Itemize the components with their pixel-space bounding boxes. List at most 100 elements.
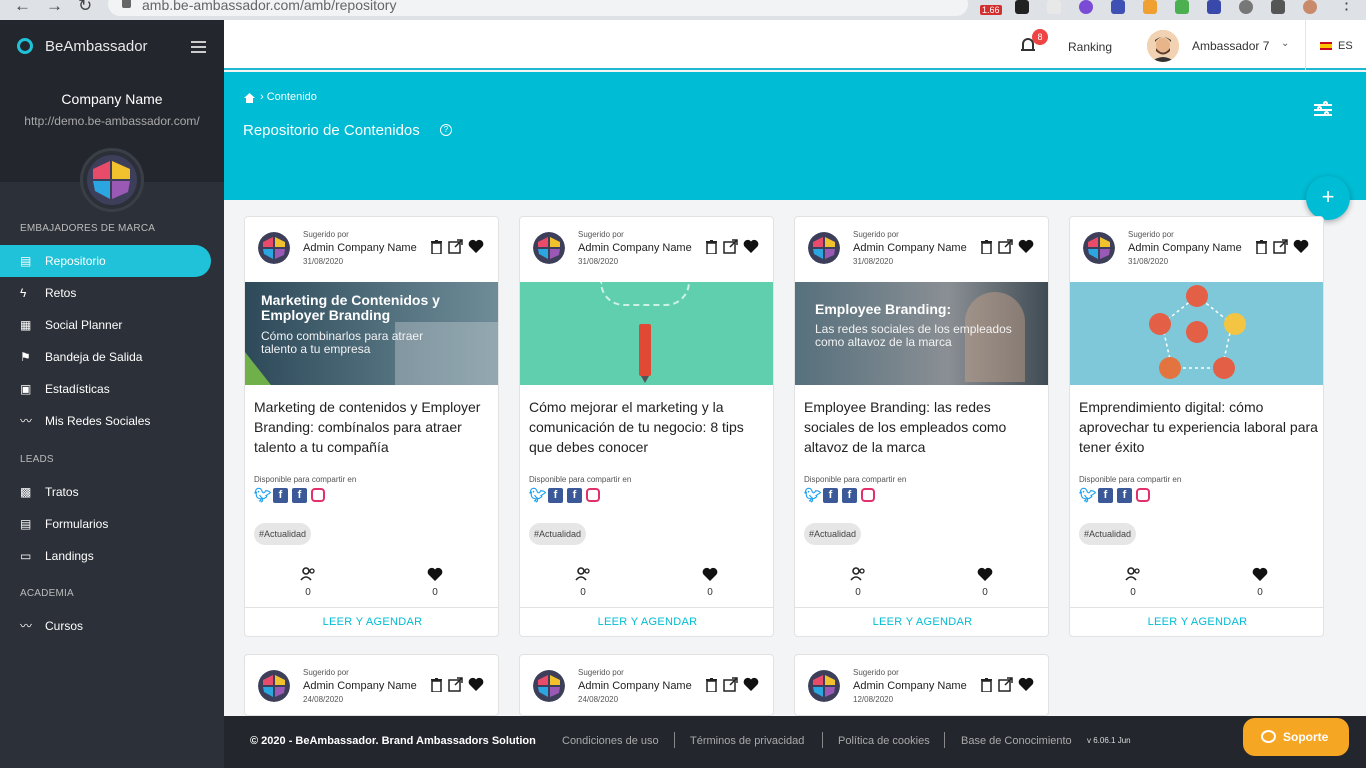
footer-link-knowledge[interactable]: Base de Conocimiento <box>961 735 1072 747</box>
sidebar-item-estadisticas[interactable]: ▣ Estadísticas <box>0 373 211 405</box>
image-subtitle: Cómo combinarlos para atraer talento a t… <box>261 329 424 356</box>
address-bar[interactable]: amb.be-ambassador.com/amb/repository <box>108 0 968 16</box>
read-and-schedule-button[interactable]: LEER Y AGENDAR <box>245 607 498 636</box>
card-title[interactable]: Employee Branding: las redes sociales de… <box>804 397 1044 457</box>
facebook-icon: f <box>842 488 857 503</box>
browser-toolbar: ← → ↻ amb.be-ambassador.com/amb/reposito… <box>0 0 1366 20</box>
briefcase-icon: ▩ <box>20 485 32 499</box>
footer-link-cookies[interactable]: Política de cookies <box>838 735 930 747</box>
trash-icon[interactable] <box>706 240 717 254</box>
suggested-by-label: Sugerido por <box>853 230 899 239</box>
trash-icon[interactable] <box>981 240 992 254</box>
version-text: v 6.06.1 Jun <box>1087 736 1131 745</box>
card-actions <box>431 239 487 255</box>
heart-icon[interactable] <box>743 239 759 258</box>
extension-icon[interactable] <box>1143 0 1157 14</box>
more-icon[interactable]: ⋮ <box>1338 0 1355 14</box>
card-title[interactable]: Emprendimiento digital: cómo aprovechar … <box>1079 397 1319 457</box>
heart-icon[interactable] <box>1018 677 1034 696</box>
read-and-schedule-button[interactable]: LEER Y AGENDAR <box>1070 607 1323 636</box>
card-image[interactable]: Marketing de Contenidos y Employer Brand… <box>245 282 498 385</box>
heart-icon[interactable] <box>743 677 759 696</box>
heart-icon[interactable] <box>1018 239 1034 258</box>
sidebar-item-bandeja[interactable]: ⚑ Bandeja de Salida <box>0 341 211 373</box>
external-link-icon[interactable] <box>723 677 738 692</box>
help-icon[interactable]: ? <box>440 124 452 136</box>
footer-link-conditions[interactable]: Condiciones de uso <box>562 735 659 747</box>
tag-badge[interactable]: #Actualidad <box>1079 523 1137 545</box>
avatar[interactable] <box>1147 30 1179 62</box>
external-link-icon[interactable] <box>448 239 463 254</box>
extension-icon[interactable] <box>1175 0 1189 14</box>
external-link-icon[interactable] <box>1273 239 1288 254</box>
profile-icon[interactable] <box>1303 0 1317 14</box>
external-link-icon[interactable] <box>998 239 1013 254</box>
card-image[interactable] <box>1070 282 1323 385</box>
trash-icon[interactable] <box>431 678 442 692</box>
breadcrumb-item[interactable]: Contenido <box>267 91 317 103</box>
reload-icon[interactable]: ↻ <box>78 0 92 16</box>
sidebar-item-landings[interactable]: ▭ Landings <box>0 540 211 572</box>
menu-toggle-icon[interactable] <box>191 41 206 56</box>
read-and-schedule-button[interactable]: LEER Y AGENDAR <box>795 607 1048 636</box>
content-card: Sugerido por Admin Company Name 12/08/2020 <box>794 654 1049 716</box>
sidebar-item-retos[interactable]: ϟ Retos <box>0 277 211 309</box>
card-actions <box>706 239 762 255</box>
heart-icon[interactable] <box>468 677 484 696</box>
trash-icon[interactable] <box>706 678 717 692</box>
home-icon[interactable] <box>244 93 255 103</box>
share-availability-label: Disponible para compartir en <box>1079 475 1182 484</box>
footer: © 2020 - BeAmbassador. Brand Ambassadors… <box>224 716 1366 768</box>
extension-icon[interactable] <box>1207 0 1221 14</box>
read-and-schedule-button[interactable]: LEER Y AGENDAR <box>520 607 773 636</box>
heart-icon[interactable] <box>468 239 484 258</box>
trash-icon[interactable] <box>431 240 442 254</box>
chevron-down-icon[interactable]: ⌄ <box>1281 38 1289 49</box>
extension-icon[interactable] <box>1079 0 1093 14</box>
tag-badge[interactable]: #Actualidad <box>804 523 862 545</box>
author-avatar <box>808 232 840 264</box>
external-link-icon[interactable] <box>998 677 1013 692</box>
external-link-icon[interactable] <box>723 239 738 254</box>
heart-icon[interactable] <box>1293 239 1309 258</box>
sidebar-item-formularios[interactable]: ▤ Formularios <box>0 508 211 540</box>
author-name: Admin Company Name <box>578 680 692 692</box>
card-image[interactable]: Employee Branding: Las redes sociales de … <box>795 282 1048 385</box>
extension-icon[interactable] <box>1239 0 1253 14</box>
trash-icon[interactable] <box>1256 240 1267 254</box>
language-selector[interactable]: ES <box>1338 40 1353 52</box>
tag-badge[interactable]: #Actualidad <box>254 523 312 545</box>
sidebar-item-social-planner[interactable]: ▦ Social Planner <box>0 309 211 341</box>
footer-link-privacy[interactable]: Términos de privacidad <box>690 735 804 747</box>
author-avatar <box>533 670 565 702</box>
lock-icon <box>122 0 131 8</box>
top-bar: 8 Ranking Ambassador 7 ⌄ ES <box>224 20 1366 70</box>
author-name: Admin Company Name <box>578 242 692 254</box>
extension-icon[interactable] <box>1047 0 1061 14</box>
puzzle-icon[interactable] <box>1271 0 1285 14</box>
support-button[interactable]: Soporte <box>1243 718 1349 756</box>
company-url[interactable]: http://demo.be-ambassador.com/ <box>0 114 224 128</box>
user-name[interactable]: Ambassador 7 <box>1192 39 1269 53</box>
facebook-icon: f <box>567 488 582 503</box>
sidebar-item-tratos[interactable]: ▩ Tratos <box>0 476 211 508</box>
add-content-button[interactable]: + <box>1306 176 1350 220</box>
ranking-link[interactable]: Ranking <box>1068 40 1112 54</box>
card-image[interactable] <box>520 282 773 385</box>
sidebar-item-repositorio[interactable]: ▤ Repositorio <box>0 245 211 277</box>
sidebar-item-mis-redes[interactable]: 〰 Mis Redes Sociales <box>0 405 211 437</box>
divider <box>822 732 823 748</box>
extension-icon[interactable] <box>1111 0 1125 14</box>
back-icon[interactable]: ← <box>14 0 31 16</box>
tag-badge[interactable]: #Actualidad <box>529 523 587 545</box>
card-title[interactable]: Marketing de contenidos y Employer Brand… <box>254 397 494 457</box>
extension-icon[interactable] <box>1015 0 1029 14</box>
forward-icon[interactable]: → <box>46 0 63 16</box>
card-title[interactable]: Cómo mejorar el marketing y la comunicac… <box>529 397 769 457</box>
external-link-icon[interactable] <box>448 677 463 692</box>
image-subtitle: Las redes sociales de los empleados como… <box>815 322 1012 349</box>
spain-flag-icon[interactable] <box>1320 42 1332 50</box>
trash-icon[interactable] <box>981 678 992 692</box>
sidebar-item-cursos[interactable]: 〰 Cursos <box>0 610 211 642</box>
filter-icon[interactable] <box>1314 101 1332 118</box>
